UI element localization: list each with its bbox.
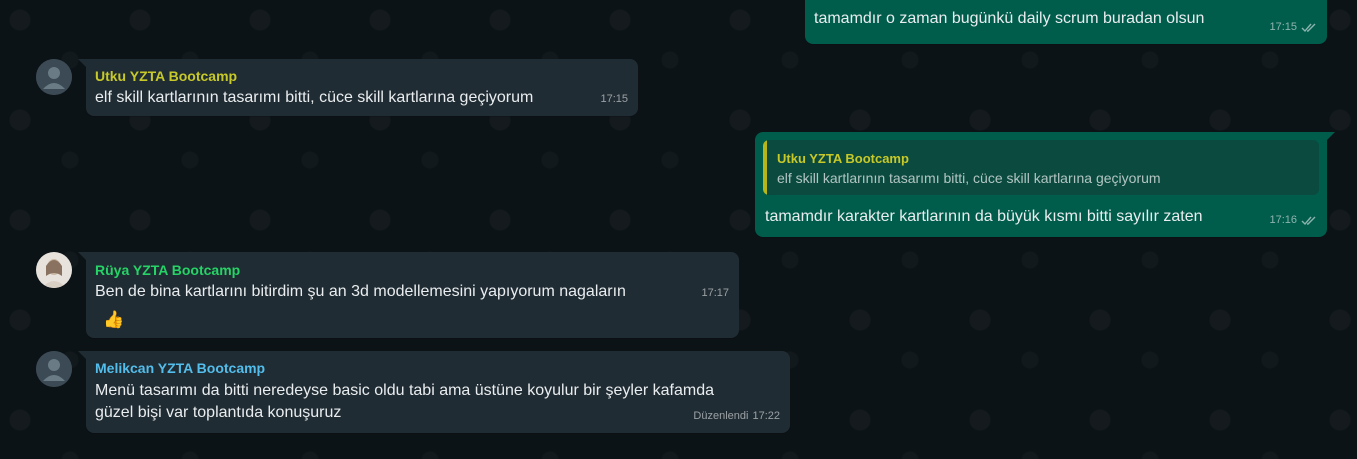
bubble-tail (78, 252, 86, 260)
bubble-tail (1327, 132, 1335, 140)
message-text-line1: Menü tasarımı da bitti neredeyse basic o… (95, 382, 714, 399)
profile-photo-avatar (36, 252, 72, 288)
incoming-message[interactable]: Melikcan YZTA Bootcamp Menü tasarımı da … (86, 351, 790, 433)
avatar[interactable] (36, 252, 72, 288)
sender-name[interactable]: Melikcan YZTA Bootcamp (95, 359, 265, 377)
edited-label: Düzenlendi (693, 410, 749, 422)
double-check-icon (1301, 216, 1316, 225)
outgoing-message[interactable]: tamamdır o zaman bugünkü daily scrum bur… (805, 0, 1327, 44)
incoming-message[interactable]: Utku YZTA Bootcamp elf skill kartlarının… (86, 59, 638, 116)
message-text: tamamdır o zaman bugünkü daily scrum bur… (814, 10, 1205, 27)
default-avatar-icon (36, 351, 72, 387)
outgoing-message[interactable]: Utku YZTA Bootcamp elf skill kartlarının… (755, 132, 1327, 237)
avatar[interactable] (36, 351, 72, 387)
message-meta: 17:15 (600, 88, 628, 110)
double-check-icon (1301, 23, 1316, 32)
message-text: elf skill kartlarının tasarımı bitti, cü… (95, 89, 534, 106)
message-time: 17:16 (1269, 214, 1297, 226)
quoted-message[interactable]: Utku YZTA Bootcamp elf skill kartlarının… (763, 140, 1319, 195)
avatar[interactable] (36, 59, 72, 95)
message-text: Ben de bina kartlarını bitirdim şu an 3d… (95, 283, 626, 300)
reaction-emoji[interactable]: 👍 (103, 309, 124, 331)
sender-name[interactable]: Utku YZTA Bootcamp (95, 67, 237, 85)
message-time: 17:22 (752, 410, 780, 422)
message-meta: 17:17 (701, 282, 729, 304)
quote-bar (763, 140, 767, 195)
message-time: 17:15 (600, 93, 628, 105)
message-time: 17:15 (1269, 21, 1297, 33)
default-avatar-icon (36, 59, 72, 95)
incoming-message[interactable]: Rüya YZTA Bootcamp Ben de bina kartların… (86, 252, 739, 338)
bubble-tail (78, 351, 86, 359)
message-meta: Düzenlendi 17:22 (693, 405, 780, 427)
message-text: tamamdır karakter kartlarının da büyük k… (765, 208, 1203, 225)
message-time: 17:17 (701, 287, 729, 299)
message-meta: 17:15 (1269, 16, 1317, 38)
quoted-text: elf skill kartlarının tasarımı bitti, cü… (777, 170, 1161, 186)
bubble-tail (78, 59, 86, 67)
message-meta: 17:16 (1269, 209, 1317, 231)
sender-name[interactable]: Rüya YZTA Bootcamp (95, 261, 240, 279)
message-text-line2: güzel bişi var toplantıda konuşuruz (95, 404, 342, 421)
